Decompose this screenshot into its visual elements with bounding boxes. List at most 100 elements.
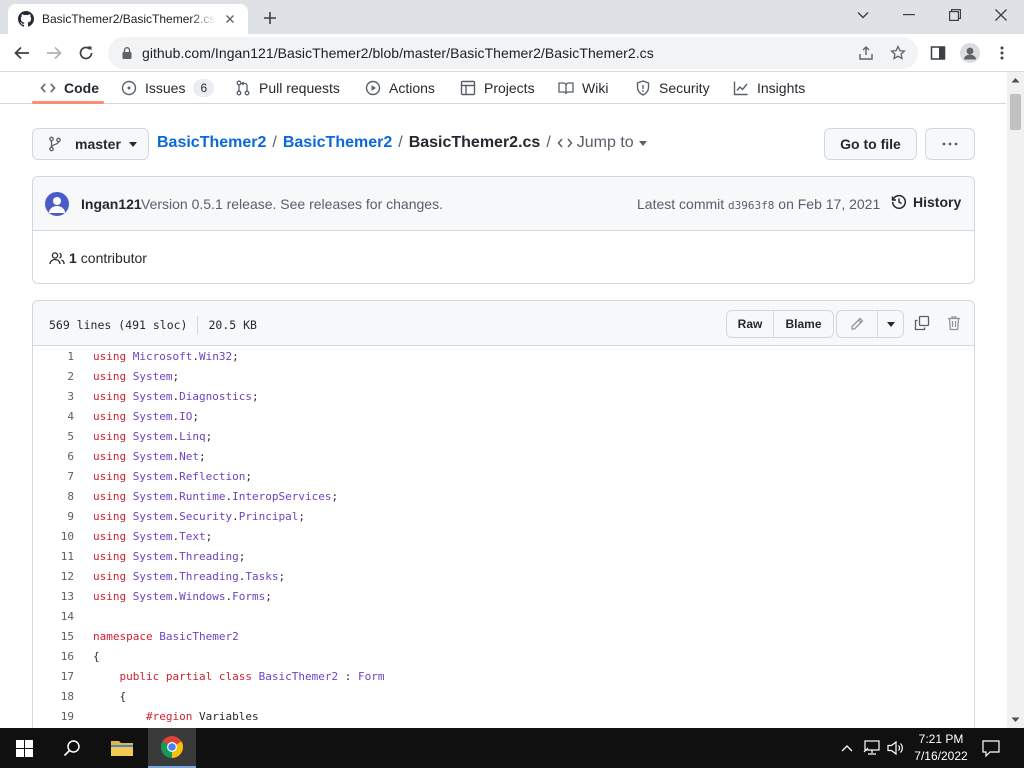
tab-actions[interactable]: Actions xyxy=(365,72,435,104)
contributors-link[interactable]: 1 contributor xyxy=(49,250,147,266)
line-number[interactable]: 12 xyxy=(33,567,74,587)
tab-insights[interactable]: Insights xyxy=(733,72,805,104)
line-number[interactable]: 6 xyxy=(33,447,74,467)
code-token: { xyxy=(93,690,127,703)
commit-message-link[interactable]: Version 0.5.1 release. See releases for … xyxy=(141,196,443,212)
line-number[interactable]: 11 xyxy=(33,547,74,567)
tab-pull-requests-label: Pull requests xyxy=(259,80,340,96)
tab-actions-label: Actions xyxy=(389,80,435,96)
line-number[interactable]: 14 xyxy=(33,607,74,627)
lock-icon[interactable] xyxy=(120,46,134,60)
commit-meta: Latest commit d3963f8 on Feb 17, 2021 xyxy=(637,196,880,212)
copy-icon[interactable] xyxy=(914,315,930,331)
notification-icon[interactable] xyxy=(980,728,1002,768)
breadcrumb-separator: / xyxy=(398,134,403,151)
raw-button[interactable]: Raw xyxy=(726,310,774,338)
tray-overflow-icon[interactable] xyxy=(838,728,856,768)
tab-issues[interactable]: Issues 6 xyxy=(121,72,215,104)
taskbar-file-explorer[interactable] xyxy=(98,728,146,768)
history-link[interactable]: History xyxy=(891,194,961,210)
code-view[interactable]: 1 using Microsoft.Win32; 2 using System; 3 us… xyxy=(33,347,974,727)
taskbar-search-button[interactable] xyxy=(48,728,96,768)
breadcrumb-repo-link[interactable]: BasicThemer2 xyxy=(157,134,266,152)
go-to-file-button[interactable]: Go to file xyxy=(824,128,917,160)
scroll-up-arrow-icon[interactable] xyxy=(1011,76,1020,85)
commit-author-link[interactable]: Ingan121 xyxy=(81,196,142,212)
volume-icon[interactable] xyxy=(886,728,906,768)
more-options-button[interactable] xyxy=(925,128,975,160)
line-source: using System.Security.Principal; xyxy=(74,507,305,527)
edit-file-button[interactable] xyxy=(836,310,878,338)
avatar[interactable] xyxy=(45,192,69,216)
line-number[interactable]: 13 xyxy=(33,587,74,607)
taskbar-chrome[interactable] xyxy=(148,728,196,768)
code-token: using xyxy=(93,510,127,523)
line-number[interactable]: 18 xyxy=(33,687,74,707)
caret-down-icon xyxy=(886,321,895,327)
code-token: Threading xyxy=(179,570,239,583)
commit-header: Ingan121 Version 0.5.1 release. See rele… xyxy=(33,177,974,231)
line-number[interactable]: 8 xyxy=(33,487,74,507)
line-number[interactable]: 19 xyxy=(33,707,74,727)
code-token: Principal xyxy=(238,510,299,523)
forward-icon[interactable] xyxy=(43,42,65,64)
breadcrumb: BasicThemer2 / BasicThemer2 / BasicTheme… xyxy=(157,134,647,152)
browser-tab[interactable]: BasicThemer2/BasicThemer2.cs at master ·… xyxy=(8,4,248,34)
file-box: 569 lines (491 sloc) 20.5 KB Raw Blame 1… xyxy=(32,300,975,740)
tab-pull-requests[interactable]: Pull requests xyxy=(235,72,340,104)
tab-search-icon[interactable] xyxy=(840,0,886,30)
chrome-menu-icon[interactable] xyxy=(991,42,1013,64)
line-number[interactable]: 17 xyxy=(33,667,74,687)
line-number[interactable]: 10 xyxy=(33,527,74,547)
side-panel-icon[interactable] xyxy=(927,42,949,64)
bookmark-star-icon[interactable] xyxy=(887,42,909,64)
address-bar[interactable]: github.com/Ingan121/BasicThemer2/blob/ma… xyxy=(108,37,918,69)
tab-security[interactable]: Security xyxy=(635,72,710,104)
breadcrumb-file-name: BasicThemer2.cs xyxy=(408,134,541,151)
close-window-icon[interactable] xyxy=(978,0,1024,30)
start-button[interactable] xyxy=(0,728,48,768)
breadcrumb-folder-link[interactable]: BasicThemer2 xyxy=(283,134,392,152)
scroll-down-arrow-icon[interactable] xyxy=(1011,715,1020,724)
share-icon[interactable] xyxy=(855,42,877,64)
blame-button[interactable]: Blame xyxy=(774,310,834,338)
history-icon xyxy=(891,194,906,209)
close-tab-icon[interactable] xyxy=(222,11,238,27)
taskbar-clock[interactable]: 7:21 PM 7/16/2022 xyxy=(908,731,974,765)
reload-icon[interactable] xyxy=(75,42,97,64)
trash-icon[interactable] xyxy=(946,315,962,331)
tab-code[interactable]: Code xyxy=(40,72,99,104)
scrollbar-thumb[interactable] xyxy=(1010,94,1021,130)
code-token: System xyxy=(132,450,173,463)
line-source: { xyxy=(74,687,126,707)
edit-dropdown-button[interactable] xyxy=(878,310,904,338)
restore-icon[interactable] xyxy=(932,0,978,30)
breadcrumb-separator: / xyxy=(272,134,277,151)
back-icon[interactable] xyxy=(11,42,33,64)
line-number[interactable]: 7 xyxy=(33,467,74,487)
tab-wiki[interactable]: Wiki xyxy=(558,72,608,104)
minimize-icon[interactable] xyxy=(886,0,932,30)
tab-projects[interactable]: Projects xyxy=(460,72,535,104)
profile-avatar-icon[interactable] xyxy=(959,42,981,64)
tab-code-label: Code xyxy=(64,80,99,96)
new-tab-icon[interactable] xyxy=(260,8,280,28)
line-number[interactable]: 1 xyxy=(33,347,74,367)
line-number[interactable]: 3 xyxy=(33,387,74,407)
code-token: { xyxy=(93,650,100,663)
jump-to-button[interactable]: Jump to xyxy=(557,134,647,152)
line-source: using System; xyxy=(74,367,179,387)
branch-select-button[interactable]: master xyxy=(32,128,149,160)
browser-toolbar: github.com/Ingan121/BasicThemer2/blob/ma… xyxy=(0,34,1024,72)
line-number[interactable]: 9 xyxy=(33,507,74,527)
commit-sha-link[interactable]: d3963f8 xyxy=(728,199,774,212)
network-icon[interactable] xyxy=(862,728,882,768)
line-number[interactable]: 5 xyxy=(33,427,74,447)
line-number[interactable]: 2 xyxy=(33,367,74,387)
line-number[interactable]: 16 xyxy=(33,647,74,667)
line-number[interactable]: 4 xyxy=(33,407,74,427)
line-number[interactable]: 15 xyxy=(33,627,74,647)
page-scrollbar[interactable] xyxy=(1007,72,1024,728)
